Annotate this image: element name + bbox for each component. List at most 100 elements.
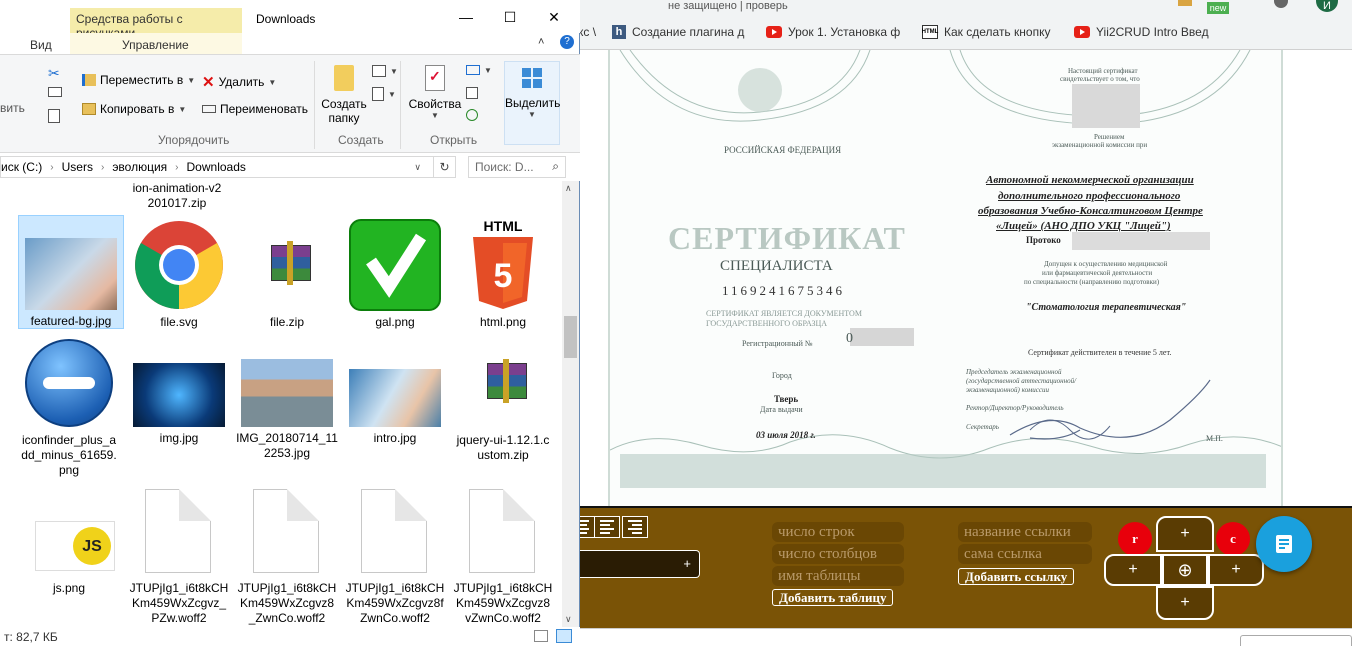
file-item[interactable]: HTML 5 html.png: [450, 219, 556, 330]
large-icons-view-icon[interactable]: [556, 629, 572, 643]
rows-input[interactable]: число строк: [772, 522, 904, 542]
extension-gear-icon[interactable]: [1274, 0, 1288, 8]
youtube-icon: [766, 26, 782, 38]
scroll-up-icon[interactable]: ∧: [565, 183, 572, 194]
file-item[interactable]: intro.jpg: [342, 337, 448, 446]
address-dropdown-icon[interactable]: ∨: [414, 162, 421, 173]
file-item[interactable]: file.svg: [126, 219, 232, 330]
refresh-button[interactable]: ↻: [434, 156, 456, 178]
divider: [400, 61, 401, 149]
paste-fragment[interactable]: вить: [0, 101, 25, 115]
cert-subtitle: СПЕЦИАЛИСТА: [720, 258, 833, 274]
certificate-image: РОССИЙСКАЯ ФЕДЕРАЦИЯ СЕРТИФИКАТ СПЕЦИАЛИ…: [608, 50, 1283, 506]
remove-col-button[interactable]: c: [1216, 522, 1250, 556]
breadcrumb-user[interactable]: эволюция: [112, 160, 167, 174]
add-row-above-button[interactable]: +: [1156, 516, 1214, 552]
minimize-button[interactable]: —: [444, 6, 488, 28]
picture-tools-tab[interactable]: Средства работы с рисунками: [70, 8, 242, 40]
bookmark-lesson[interactable]: Урок 1. Установка ф: [766, 22, 900, 42]
close-button[interactable]: ✕: [532, 6, 576, 28]
help-icon[interactable]: ?: [560, 35, 574, 49]
link-url-input[interactable]: сама ссылка: [958, 544, 1092, 564]
file-item[interactable]: JS js.png: [16, 485, 122, 596]
select-button[interactable]: Выделить ▼: [504, 61, 560, 145]
cert-admitted-1: Допущен к осуществлению медицинской: [1044, 260, 1168, 268]
new-item-icon[interactable]: ▼: [372, 65, 398, 77]
cols-input[interactable]: число столбцов: [772, 544, 904, 564]
align-justify-button[interactable]: [594, 516, 620, 538]
breadcrumb-drive[interactable]: иск (C:): [1, 160, 42, 174]
file-name: ustom.zip: [477, 448, 529, 462]
file-item[interactable]: IMG_20180714_11 2253.jpg: [234, 337, 340, 461]
edit-icon[interactable]: [466, 87, 478, 99]
delete-button[interactable]: ✕ Удалить ▼: [202, 73, 276, 91]
move-to-button[interactable]: Переместить в ▼: [82, 73, 195, 87]
file-item[interactable]: JTUPjIg1_i6t8kCH Km459WxZcgvz8 _ZwnCo.wo…: [234, 485, 340, 626]
html-bookmark-icon: HTML: [922, 25, 938, 39]
file-name: JTUPjIg1_i6t8kCH: [345, 581, 445, 595]
file-item[interactable]: JTUPjIg1_i6t8kCH Km459WxZcgvz8 vZwnCo.wo…: [450, 485, 556, 626]
page-footer-strip: [578, 628, 1352, 646]
easy-access-icon[interactable]: ▼: [372, 87, 396, 101]
copy-to-button[interactable]: Копировать в ▼: [82, 102, 186, 116]
file-item[interactable]: file.zip: [234, 219, 340, 330]
cut-icon[interactable]: ✂: [48, 65, 60, 82]
add-link-button[interactable]: Добавить ссылку: [958, 568, 1075, 585]
vertical-scrollbar[interactable]: ∧ ∨: [562, 181, 579, 627]
collapse-ribbon-icon[interactable]: ˄: [538, 36, 544, 48]
file-item[interactable]: gal.png: [342, 219, 448, 330]
bookmark-label: кс \: [578, 25, 597, 39]
bookmark-yii[interactable]: Yii2CRUD Intro Введ: [1074, 22, 1209, 42]
file-item[interactable]: jquery-ui-1.12.1.c ustom.zip: [450, 337, 556, 463]
add-row-below-button[interactable]: +: [1156, 586, 1214, 620]
properties-button[interactable]: ✓ Свойства ▼: [406, 65, 464, 120]
cert-org-3: образования Учебно-Консалтинговом Центре: [978, 205, 1203, 217]
breadcrumb-users[interactable]: Users: [62, 160, 93, 174]
file-item[interactable]: JTUPjIg1_i6t8kCH Km459WxZcgvz8f ZwnCo.wo…: [342, 485, 448, 626]
link-name-input[interactable]: название ссылки: [958, 522, 1092, 542]
cert-rector: Ректор/Директор/Руководитель: [966, 404, 1064, 412]
address-bar[interactable]: иск (C:) › Users › эволюция › Downloads ∨: [0, 156, 434, 178]
details-view-icon[interactable]: [534, 630, 548, 642]
tab-manage[interactable]: Управление: [122, 38, 189, 52]
file-name: file.zip: [269, 315, 304, 329]
search-input[interactable]: Поиск: D... ⌕: [468, 156, 566, 178]
file-item[interactable]: iconfinder_plus_a dd_minus_61659. png: [16, 337, 122, 478]
cert-valid: Сертификат действителен в течение 5 лет.: [1028, 348, 1172, 357]
js-icon: JS: [23, 485, 115, 577]
file-item[interactable]: img.jpg: [126, 337, 232, 446]
tab-view[interactable]: Вид: [30, 38, 52, 52]
bookmark-0[interactable]: кс \: [578, 22, 596, 42]
profile-avatar[interactable]: И: [1316, 0, 1338, 12]
center-add-icon[interactable]: ⊕: [1162, 554, 1208, 586]
ribbon-tabs: Вид Управление ˄ ?: [0, 33, 580, 55]
remove-row-button[interactable]: r: [1118, 522, 1152, 556]
scroll-thumb[interactable]: [564, 316, 577, 358]
align-right-button[interactable]: [622, 516, 648, 538]
extension-icon[interactable]: [1178, 0, 1192, 6]
new-folder-label-1: Создать: [321, 97, 367, 111]
add-col-left-button[interactable]: +: [1104, 554, 1162, 586]
copy-path-icon[interactable]: [48, 87, 62, 97]
add-table-button[interactable]: Добавить таблицу: [772, 589, 894, 606]
bookmark-button[interactable]: HTML Как сделать кнопку: [922, 22, 1050, 42]
file-item-selected[interactable]: featured-bg.jpg: [18, 215, 124, 329]
text-input[interactable]: +: [578, 550, 700, 578]
file-item[interactable]: ion-animation-v2 201017.zip: [124, 181, 230, 211]
rename-button[interactable]: Переименовать: [202, 102, 308, 116]
new-folder-button[interactable]: Создать папку: [320, 65, 368, 125]
bookmark-plugin[interactable]: h Создание плагина д: [612, 22, 744, 42]
file-item[interactable]: JTUPjIg1_i6t8kCH Km459WxZcgvz_ PZw.woff2: [126, 485, 232, 626]
paste-shortcut-icon[interactable]: [48, 109, 60, 123]
file-name: Km459WxZcgvz8: [455, 596, 551, 610]
add-col-right-button[interactable]: +: [1208, 554, 1264, 586]
document-fab-button[interactable]: [1256, 516, 1312, 572]
table-name-input[interactable]: имя таблицы: [772, 566, 904, 586]
history-icon[interactable]: [466, 109, 478, 121]
bookmark-label: Урок 1. Установка ф: [788, 25, 901, 39]
maximize-button[interactable]: ☐: [488, 6, 532, 28]
scroll-down-icon[interactable]: ∨: [565, 614, 572, 625]
open-icon[interactable]: ▼: [466, 65, 492, 75]
add-button[interactable]: +: [683, 556, 691, 571]
breadcrumb-downloads[interactable]: Downloads: [187, 160, 246, 174]
